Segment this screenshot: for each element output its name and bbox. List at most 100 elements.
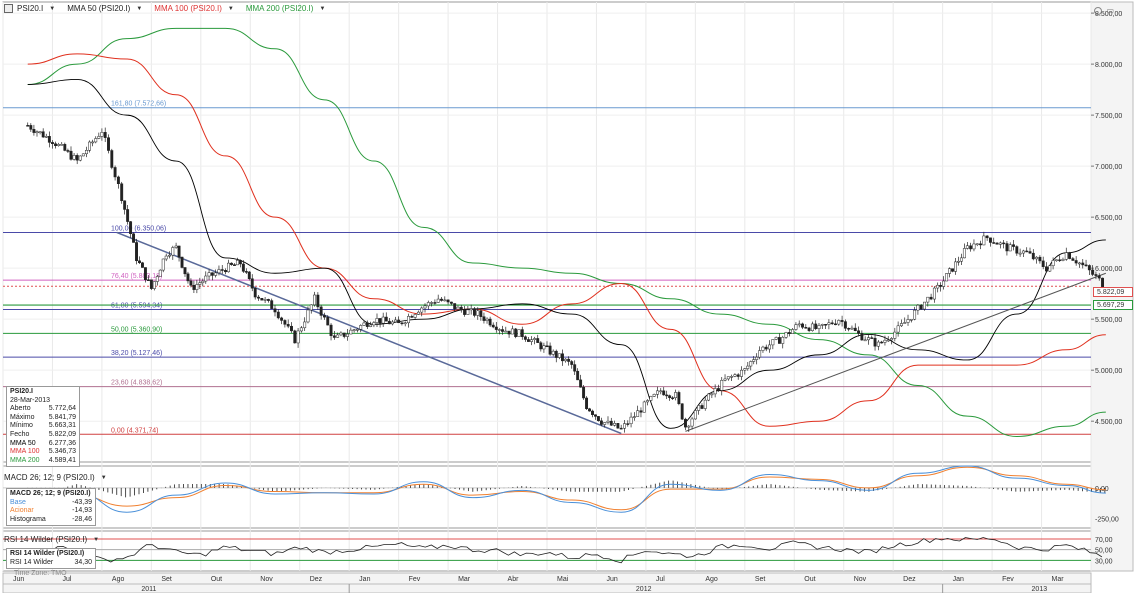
candle-body xyxy=(469,308,473,311)
candle-body xyxy=(791,329,795,334)
candle-body xyxy=(446,299,450,303)
mma100-label[interactable]: MMA 100 (PSI20.I) xyxy=(154,4,222,13)
rsi-row-value: 34,30 xyxy=(74,558,92,566)
stock-chart[interactable]: 4.500,00 5.000,00 5.500,00 6.000,00 6.500,00… xyxy=(0,0,1134,593)
candle-body xyxy=(164,255,168,260)
candle-body xyxy=(296,330,300,344)
candle-body xyxy=(410,316,414,318)
settings-icon[interactable] xyxy=(1094,6,1103,15)
candle-body xyxy=(372,322,376,326)
candle-body xyxy=(948,268,952,274)
candle-body xyxy=(263,299,267,301)
info-row: Máximo 5.841,79 xyxy=(10,414,76,423)
candle-body xyxy=(939,284,943,287)
timezone-label: Time Zone: TMO xyxy=(14,570,67,577)
candle-body xyxy=(342,332,346,337)
macd-panel-toolbar: MACD 26; 12; 9 (PSI20.I) ▼ xyxy=(4,473,107,482)
y-tick-label: 8.000,00 xyxy=(1095,62,1122,69)
month-label: Dez xyxy=(903,576,916,583)
candle-body xyxy=(837,320,841,325)
minimize-icon[interactable]: ▭ xyxy=(1106,6,1114,15)
candle-body xyxy=(652,394,656,397)
candle-body xyxy=(403,322,407,325)
candle-body xyxy=(180,256,184,268)
candle-body xyxy=(710,393,714,396)
candle-body xyxy=(91,141,95,144)
candle-body xyxy=(44,136,48,138)
candle-body xyxy=(217,269,221,274)
chevron-down-icon[interactable]: ▼ xyxy=(136,6,142,12)
candle-body xyxy=(230,262,233,265)
candle-body xyxy=(771,339,775,346)
candle-body xyxy=(420,307,424,313)
candle-body xyxy=(286,324,290,327)
candle-body xyxy=(860,333,864,341)
fib-label: 0,00 (4.371,74) xyxy=(111,427,158,434)
month-label: Nov xyxy=(260,576,273,583)
candle-body xyxy=(957,260,960,263)
macd-label[interactable]: MACD 26; 12; 9 (PSI20.I) xyxy=(4,473,95,482)
month-label: Abr xyxy=(508,576,520,583)
rsi-info-title: RSI 14 Wilder (PSI20.I) xyxy=(10,550,85,557)
candle-body xyxy=(573,364,577,372)
candle-body xyxy=(365,322,369,327)
candle-body xyxy=(916,304,920,311)
fib-label: 76,40 (5.883,18) xyxy=(111,273,162,280)
candle-body xyxy=(847,328,851,330)
candle-body xyxy=(120,183,124,202)
candle-body xyxy=(319,306,323,316)
candle-body xyxy=(69,150,73,160)
fib-label: 100,00 (6.350,06) xyxy=(111,225,166,232)
candle-body xyxy=(659,390,663,393)
candle-body xyxy=(466,309,470,315)
candle-body xyxy=(123,200,127,210)
macd-row-value: -43,39 xyxy=(72,498,92,506)
month-label: Ago xyxy=(112,576,125,583)
chevron-down-icon[interactable]: ▼ xyxy=(319,6,325,12)
candle-body xyxy=(890,338,893,341)
candle-body xyxy=(655,390,659,395)
candle-body xyxy=(1087,265,1091,271)
macd-info-box: MACD 26; 12; 9 (PSI20.I) Base -43,39 Acion… xyxy=(6,488,96,527)
mma50-label[interactable]: MMA 50 (PSI20.I) xyxy=(67,4,130,13)
candle-body xyxy=(886,339,890,342)
candle-body xyxy=(649,396,653,401)
candle-body xyxy=(491,324,495,328)
fib-label: 38,20 (5.127,46) xyxy=(111,350,162,357)
candle-body xyxy=(733,374,737,377)
candle-body xyxy=(1094,274,1098,276)
chevron-down-icon[interactable]: ▼ xyxy=(228,6,234,12)
candle-body xyxy=(332,335,336,338)
candle-body xyxy=(94,138,98,143)
candle-body xyxy=(677,392,681,404)
candle-body xyxy=(41,131,45,138)
candle-body xyxy=(97,136,101,139)
candle-body xyxy=(840,320,844,322)
candle-body xyxy=(1035,256,1039,260)
macd-row: Acionar -14,93 xyxy=(10,507,92,516)
symbol-label[interactable]: PSI20.I xyxy=(17,4,43,13)
candle-body xyxy=(352,329,356,331)
candle-body xyxy=(299,327,303,332)
rsi-label[interactable]: RSI 14 Wilder (PSI20.I) xyxy=(4,535,87,544)
candle-body xyxy=(224,270,227,273)
mma200-label[interactable]: MMA 200 (PSI20.I) xyxy=(246,4,314,13)
chart-type-icon[interactable] xyxy=(4,4,13,13)
candle-body xyxy=(38,131,42,133)
chevron-down-icon[interactable]: ▼ xyxy=(101,475,107,481)
candle-body xyxy=(913,309,917,320)
month-label: Jun xyxy=(606,576,617,583)
candle-body xyxy=(646,400,650,403)
candle-body xyxy=(687,425,691,428)
info-row: Aberto 5.772,64 xyxy=(10,405,76,414)
chevron-down-icon[interactable]: ▼ xyxy=(93,537,99,543)
candle-body xyxy=(1002,242,1006,245)
candle-body xyxy=(479,310,483,317)
candle-body xyxy=(726,376,730,380)
candle-body xyxy=(85,150,88,155)
month-label: Set xyxy=(755,576,766,583)
candle-body xyxy=(740,369,743,377)
candle-body xyxy=(29,125,33,130)
chevron-down-icon[interactable]: ▼ xyxy=(49,6,55,12)
rsi-panel-toolbar: RSI 14 Wilder (PSI20.I) ▼ xyxy=(4,535,99,544)
